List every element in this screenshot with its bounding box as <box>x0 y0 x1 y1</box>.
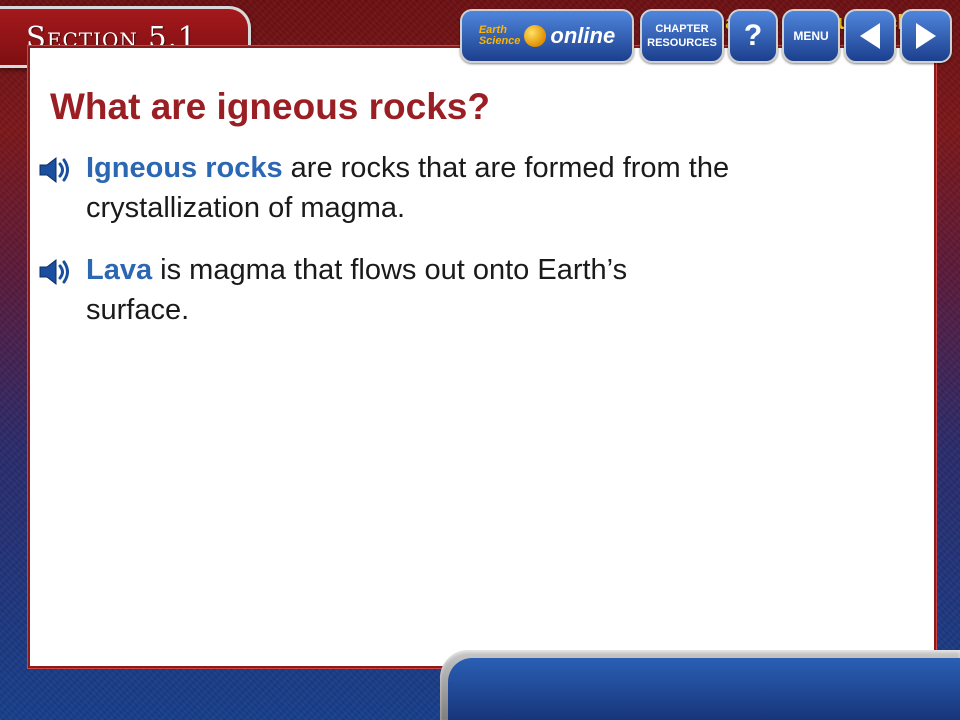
help-icon: ? <box>743 19 763 52</box>
bullet-body: is magma that flows out onto Earth’s sur… <box>86 254 628 326</box>
chapter-resources-line1: CHAPTER <box>655 23 709 35</box>
slide-title: What are igneous rocks? <box>50 86 490 127</box>
speaker-icon[interactable] <box>38 258 72 286</box>
help-button[interactable]: ? <box>728 9 778 63</box>
navbar-inner <box>448 658 960 720</box>
menu-label: MENU <box>793 29 829 43</box>
online-brand: Earth Science <box>479 25 521 47</box>
bullet-term: Igneous rocks <box>86 152 283 184</box>
globe-icon <box>524 25 547 47</box>
online-brand-bottom: Science <box>478 35 521 47</box>
chapter-resources-line2: RESOURCES <box>647 37 717 49</box>
online-word: online <box>550 23 616 48</box>
bullet-text: Lava is magma that flows out onto Earth’… <box>86 250 686 330</box>
arrow-right-icon <box>916 23 936 49</box>
bullet-item: Igneous rocks are rocks that are formed … <box>38 148 878 228</box>
content-panel <box>28 46 936 668</box>
speaker-icon[interactable] <box>38 156 72 184</box>
next-button[interactable] <box>900 9 952 63</box>
earth-science-online-button[interactable]: Earth Science online <box>460 9 634 63</box>
bullet-term: Lava <box>86 254 153 286</box>
bullet-text: Igneous rocks are rocks that are formed … <box>86 148 878 228</box>
bottom-navbar <box>440 650 960 720</box>
bullet-item: Lava is magma that flows out onto Earth’… <box>38 250 878 330</box>
arrow-left-icon <box>860 23 880 49</box>
menu-button[interactable]: MENU <box>782 9 840 63</box>
chapter-resources-button[interactable]: CHAPTER RESOURCES <box>640 9 724 63</box>
previous-button[interactable] <box>844 9 896 63</box>
